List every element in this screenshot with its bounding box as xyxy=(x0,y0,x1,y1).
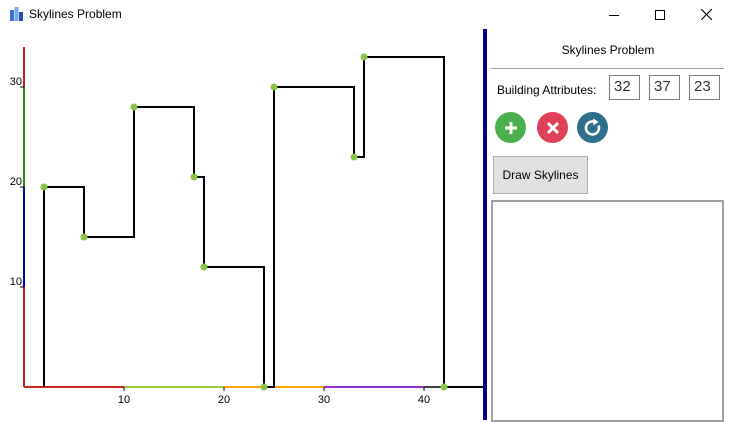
window-title: Skylines Problem xyxy=(29,7,122,21)
skyline-key-point xyxy=(80,233,88,241)
title-bar: Skylines Problem xyxy=(0,0,729,29)
x-tick-label: 40 xyxy=(418,394,430,406)
skyline-key-point xyxy=(440,383,448,391)
attribute-left-field[interactable]: 32 xyxy=(609,75,640,100)
maximize-icon xyxy=(655,9,665,20)
skyline-plot: 10 20 30 40 10 20 30 xyxy=(10,47,483,406)
reset-button[interactable] xyxy=(577,112,608,143)
skyline-key-point xyxy=(260,383,268,391)
skyline-key-point xyxy=(130,103,138,111)
add-building-button[interactable] xyxy=(495,112,526,143)
skyline-key-point xyxy=(40,183,48,191)
minimize-icon xyxy=(609,14,619,16)
y-tick-label: 10 xyxy=(10,276,22,288)
panel-title: Skylines Problem xyxy=(561,43,655,57)
skyline-key-point xyxy=(200,263,208,271)
building-attributes-label: Building Attributes: xyxy=(497,83,597,97)
refresh-icon xyxy=(584,118,600,136)
x-icon xyxy=(546,121,559,134)
attribute-right-field[interactable]: 37 xyxy=(649,75,680,100)
x-tick-label: 30 xyxy=(318,394,330,406)
skyline-key-point xyxy=(360,53,368,61)
x-tick-label: 10 xyxy=(118,394,130,406)
skyline-key-point xyxy=(270,83,278,91)
skyline-key-point xyxy=(350,153,358,161)
draw-skylines-button[interactable]: Draw Skylines xyxy=(493,156,588,194)
y-tick-label: 20 xyxy=(10,176,22,188)
close-icon xyxy=(700,9,712,20)
skyline-key-point xyxy=(190,173,198,181)
buildings-list[interactable] xyxy=(491,200,724,422)
y-tick-label: 30 xyxy=(10,76,22,88)
control-panel: Skylines Problem Building Attributes: 32… xyxy=(487,29,729,422)
close-button[interactable] xyxy=(683,0,729,29)
attribute-height-field[interactable]: 23 xyxy=(689,75,720,100)
remove-building-button[interactable] xyxy=(537,112,568,143)
x-tick-label: 20 xyxy=(218,394,230,406)
panel-separator xyxy=(491,68,724,69)
minimize-button[interactable] xyxy=(591,0,637,29)
plus-icon xyxy=(504,121,517,134)
maximize-button[interactable] xyxy=(637,0,683,29)
skyline-line xyxy=(43,56,483,388)
app-icon xyxy=(10,7,23,21)
